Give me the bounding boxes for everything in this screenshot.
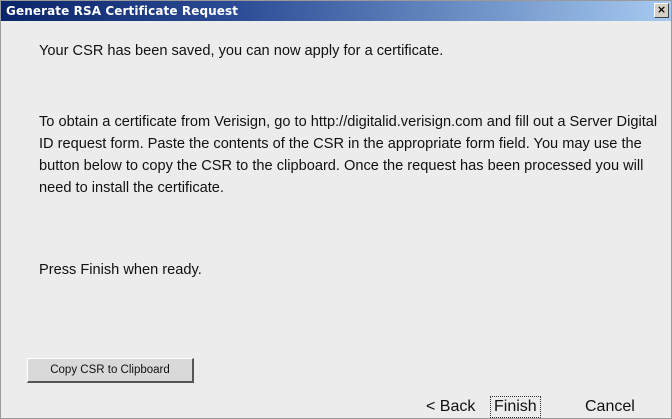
title-bar[interactable]: Generate RSA Certificate Request × <box>1 1 671 21</box>
window-title: Generate RSA Certificate Request <box>6 4 239 18</box>
back-button[interactable]: < Back <box>424 396 477 418</box>
finish-prompt: Press Finish when ready. <box>39 262 202 278</box>
finish-button[interactable]: Finish <box>490 396 541 418</box>
saved-message: Your CSR has been saved, you can now app… <box>39 43 444 59</box>
copy-csr-button[interactable]: Copy CSR to Clipboard <box>27 358 194 383</box>
close-icon[interactable]: × <box>654 3 669 18</box>
dialog-window: Generate RSA Certificate Request × Your … <box>0 0 672 419</box>
instructions-text: To obtain a certificate from Verisign, g… <box>39 114 658 196</box>
cancel-button[interactable]: Cancel <box>583 396 637 418</box>
